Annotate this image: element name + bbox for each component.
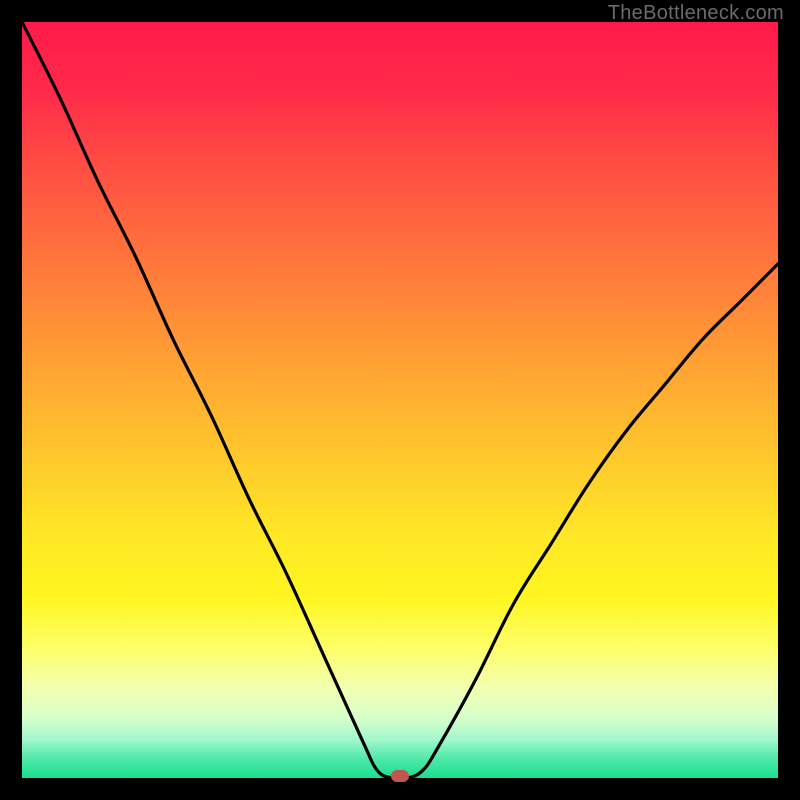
- bottleneck-curve: [22, 22, 778, 778]
- chart-frame: TheBottleneck.com: [0, 0, 800, 800]
- optimal-marker-icon: [391, 770, 409, 782]
